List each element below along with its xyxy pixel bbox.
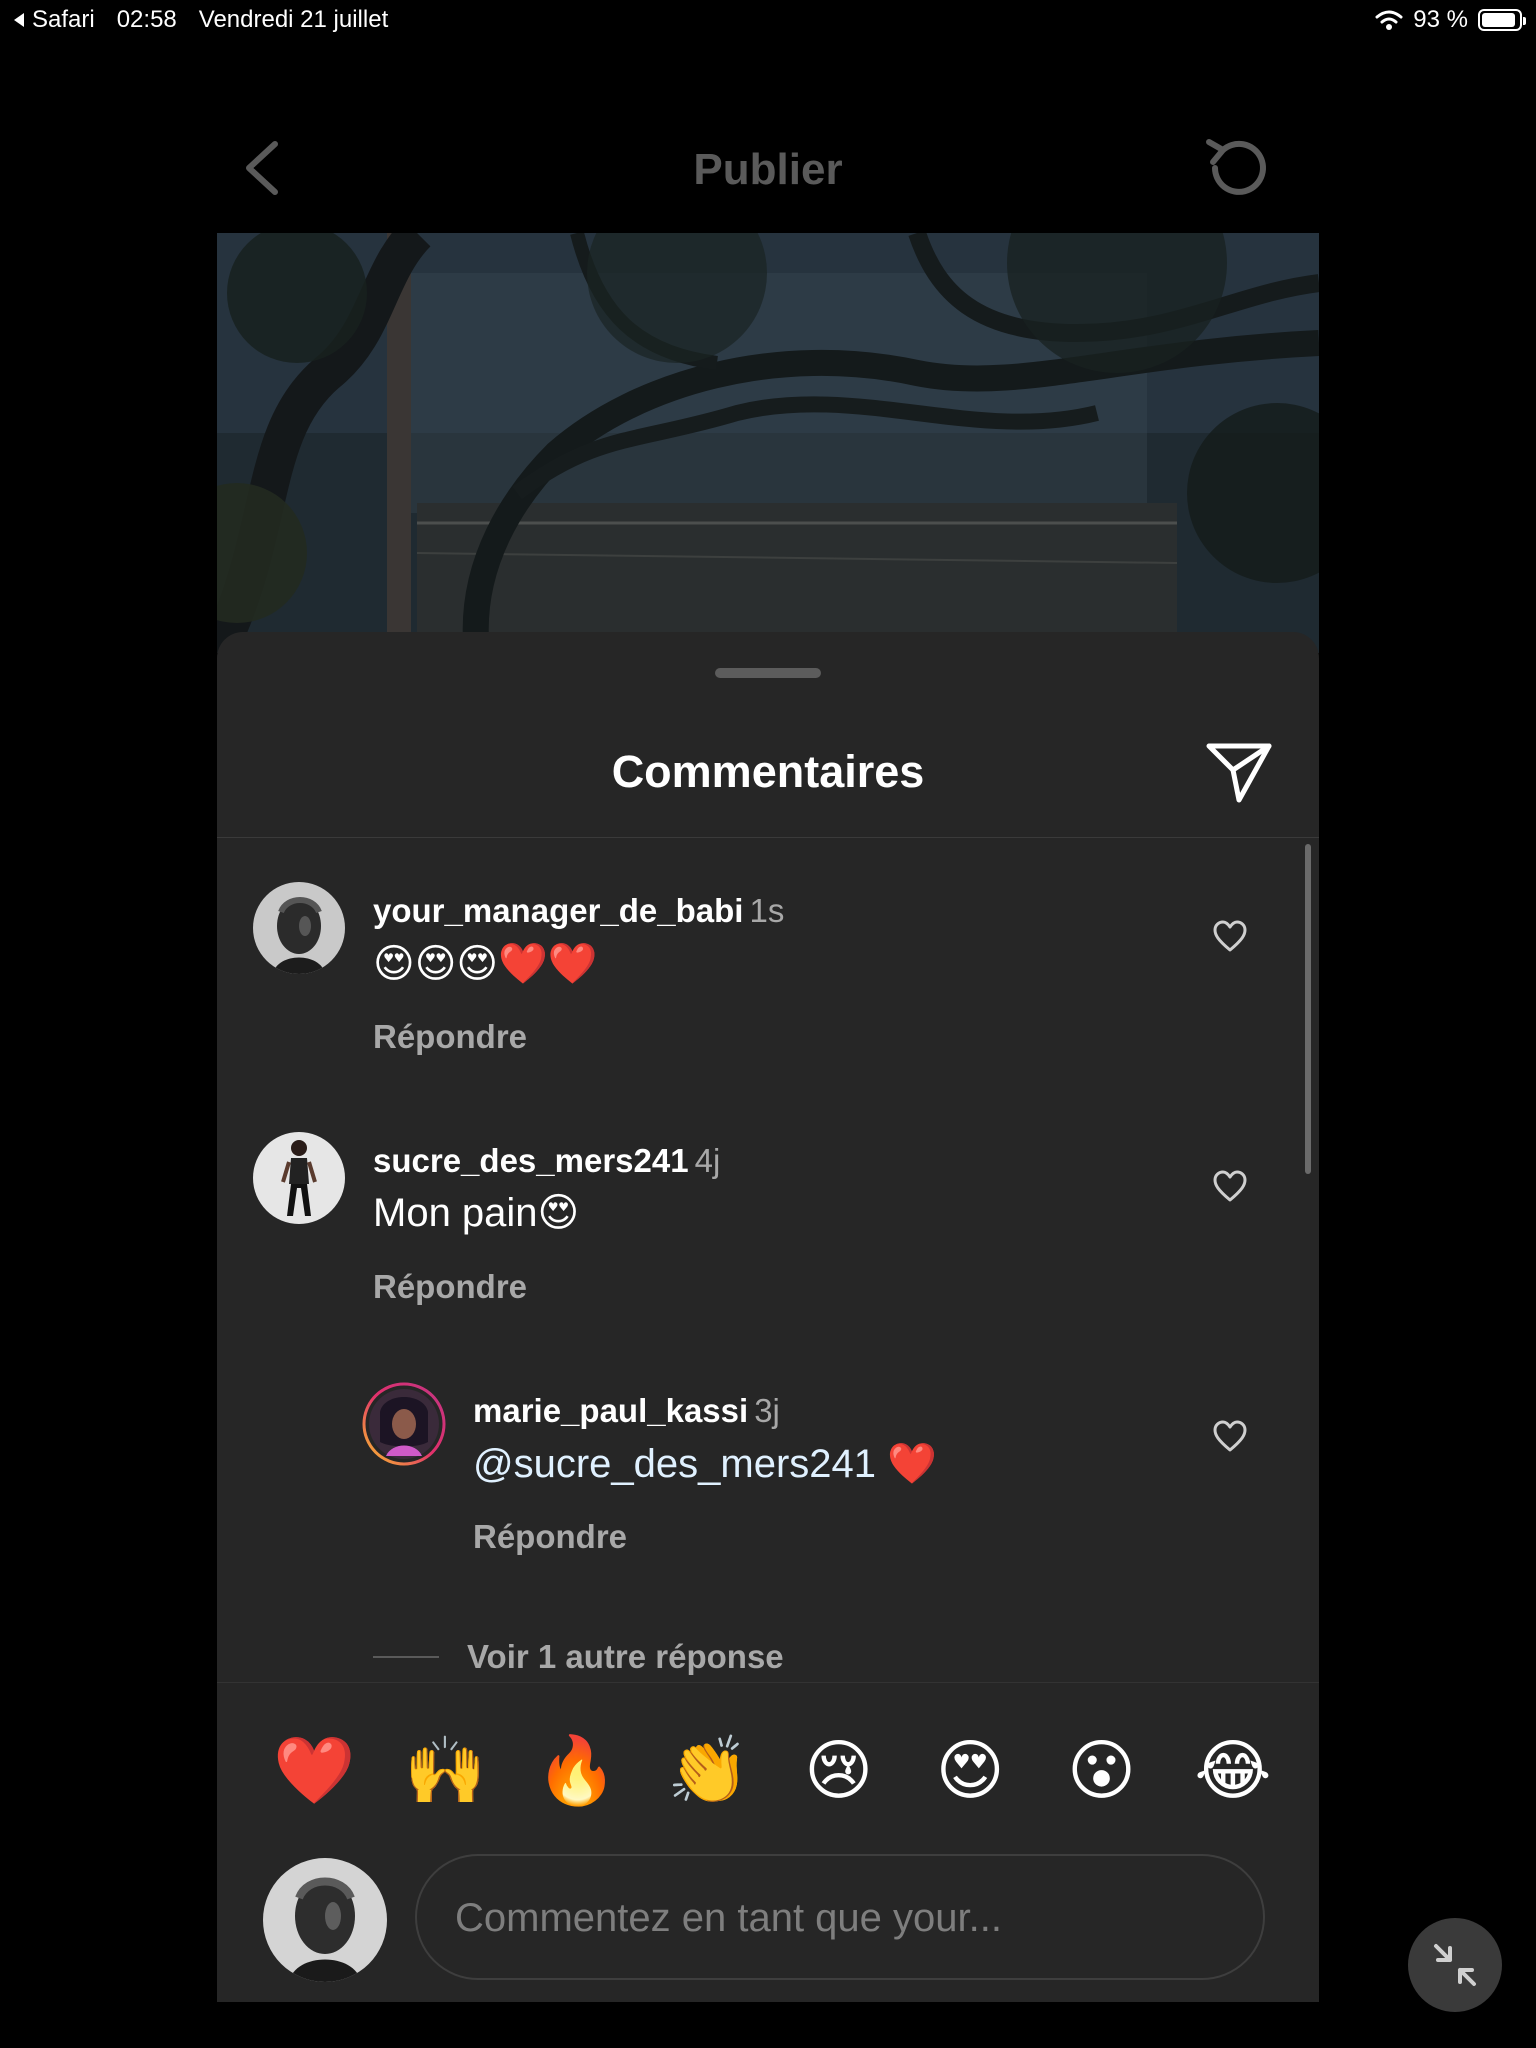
reply-button[interactable]: Répondre	[473, 1518, 627, 1556]
comment-time: 4j	[694, 1142, 721, 1179]
comments-sheet: Commentaires your_manager_de_babi 1s 😍😍😍…	[217, 632, 1319, 2002]
scrollbar[interactable]	[1305, 844, 1311, 1174]
heart-outline-icon	[1213, 1170, 1247, 1202]
share-button[interactable]	[1205, 740, 1273, 804]
reaction-laughing-emoji[interactable]: 😂	[1193, 1730, 1273, 1810]
comment-text: 😍😍😍❤️❤️	[373, 942, 598, 986]
reaction-crying-emoji[interactable]: 😢	[799, 1730, 879, 1810]
app-frame: Publier Commentaires your_manager_de_bab…	[217, 0, 1319, 2048]
heart-outline-icon	[1213, 920, 1247, 952]
status-time: 02:58	[116, 6, 177, 33]
current-user-avatar	[263, 1858, 387, 1982]
like-button[interactable]	[1212, 1170, 1248, 1204]
back-to-app-link[interactable]: Safari	[12, 6, 95, 34]
comment-username[interactable]: your_manager_de_babi 1s	[373, 892, 784, 930]
avatar[interactable]	[362, 1382, 446, 1466]
more-replies-line	[373, 1656, 439, 1658]
reply-item: marie_paul_kassi 3j @sucre_des_mers241 ❤️…	[217, 1382, 1247, 1582]
back-app-label: Safari	[32, 6, 95, 33]
comment-username[interactable]: sucre_des_mers241 4j	[373, 1142, 720, 1180]
refresh-button[interactable]	[1201, 132, 1273, 204]
paper-plane-icon	[1206, 743, 1272, 803]
avatar[interactable]	[253, 882, 345, 974]
reaction-surprised-emoji[interactable]: 😮	[1062, 1730, 1142, 1810]
battery-percent: 93 %	[1413, 6, 1468, 33]
sheet-title: Commentaires	[611, 746, 925, 797]
more-replies-label: Voir 1 autre réponse	[467, 1638, 784, 1675]
post-photo	[217, 233, 1319, 653]
reaction-heart-emoji[interactable]: ❤️	[273, 1730, 355, 1810]
username-text: marie_paul_kassi	[473, 1392, 749, 1429]
page-title: Publier	[693, 145, 843, 194]
reply-time: 3j	[754, 1392, 780, 1429]
comment-input[interactable]	[453, 1856, 1237, 1980]
wifi-icon	[1375, 10, 1403, 30]
minimize-button[interactable]	[1408, 1918, 1502, 2012]
collapse-arrows-icon	[1434, 1944, 1476, 1986]
username-text: your_manager_de_babi	[373, 892, 744, 929]
sheet-grabber[interactable]	[715, 668, 821, 678]
back-triangle-icon	[14, 13, 24, 27]
battery-icon	[1478, 9, 1526, 31]
reaction-fire-emoji[interactable]: 🔥	[536, 1730, 618, 1810]
refresh-icon	[1206, 139, 1266, 195]
reply-button[interactable]: Répondre	[373, 1268, 527, 1306]
username-text: sucre_des_mers241	[373, 1142, 689, 1179]
reply-button[interactable]: Répondre	[373, 1018, 527, 1056]
comment-text: Mon pain😍	[373, 1191, 580, 1235]
header-divider	[217, 837, 1319, 838]
comment-composer	[263, 1854, 1273, 1984]
reply-text: @sucre_des_mers241 ❤️	[473, 1440, 937, 1487]
comment-time: 1s	[749, 892, 785, 929]
reaction-heart-eyes-emoji[interactable]: 😍	[930, 1730, 1010, 1810]
comment-item: sucre_des_mers241 4j Mon pain😍 Répondre	[217, 1132, 1247, 1332]
reply-body: ❤️	[876, 1442, 937, 1486]
top-bar: Publier	[217, 110, 1319, 230]
reaction-raised-hands-emoji[interactable]: 🙌	[404, 1730, 486, 1810]
reactions-divider	[217, 1682, 1319, 1683]
comment-input-wrapper	[415, 1854, 1265, 1980]
like-button[interactable]	[1212, 920, 1248, 954]
avatar[interactable]	[253, 1132, 345, 1224]
view-more-replies[interactable]: Voir 1 autre réponse	[373, 1638, 784, 1676]
comment-item: your_manager_de_babi 1s 😍😍😍❤️❤️ Répondre	[217, 882, 1247, 1082]
reaction-clap-emoji[interactable]: 👏	[667, 1730, 749, 1810]
heart-outline-icon	[1213, 1420, 1247, 1452]
reply-username[interactable]: marie_paul_kassi 3j	[473, 1392, 780, 1430]
like-button[interactable]	[1212, 1420, 1248, 1454]
quick-reactions-bar: ❤️ 🙌 🔥 👏 😢 😍 😮 😂	[273, 1730, 1273, 1810]
mention-link[interactable]: @sucre_des_mers241	[473, 1442, 876, 1486]
